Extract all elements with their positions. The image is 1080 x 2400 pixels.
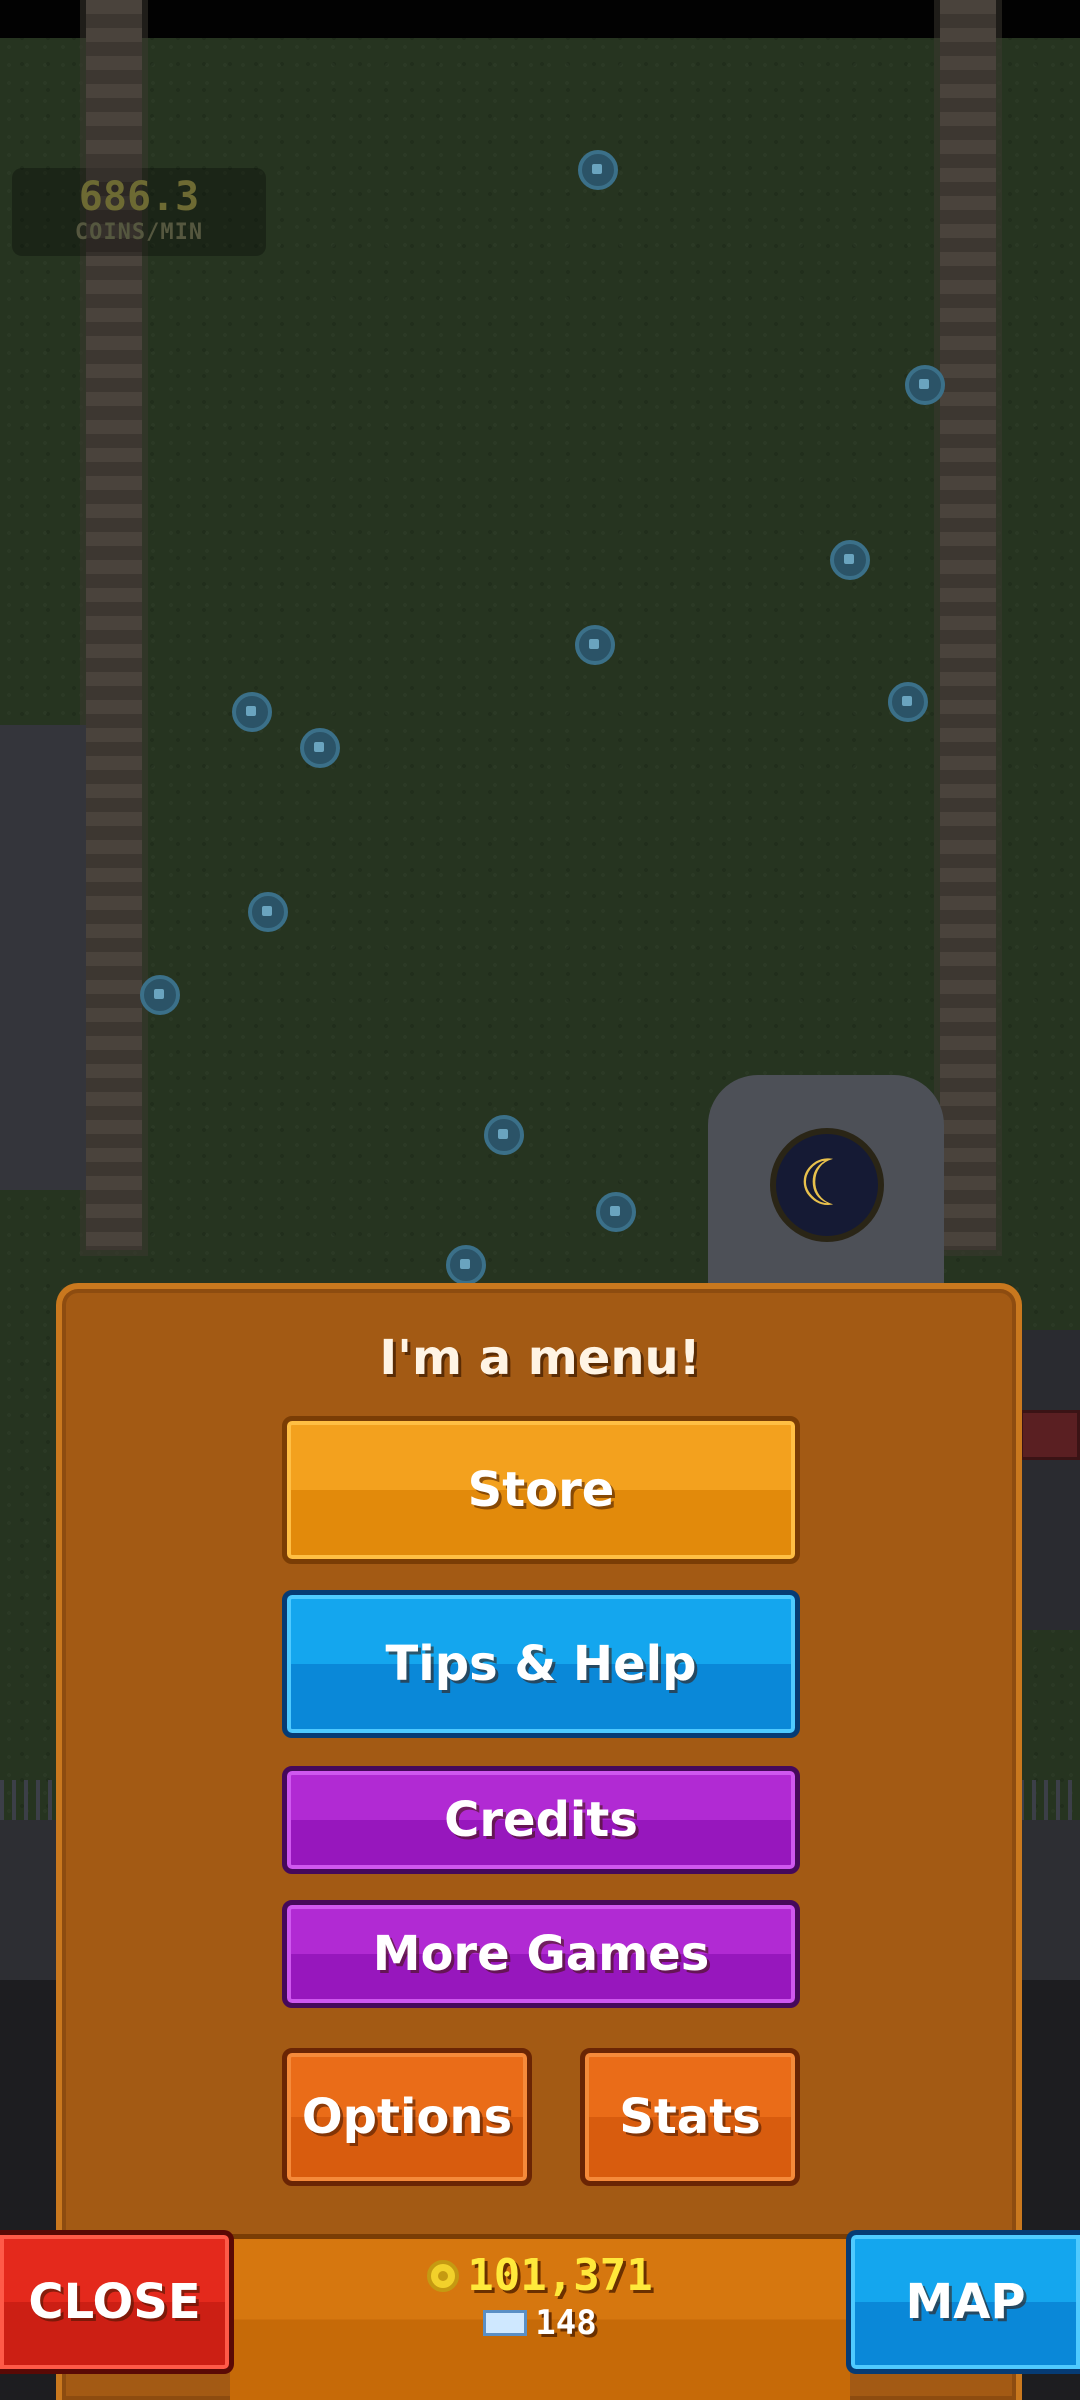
store-button[interactable]: Store <box>282 1416 800 1564</box>
ghost-icon <box>300 728 340 768</box>
store-button-label: Store <box>467 1462 615 1518</box>
ticket-icon <box>483 2310 528 2336</box>
stats-button[interactable]: Stats <box>580 2048 800 2186</box>
moon-clock-icon[interactable]: ☾ <box>770 1128 884 1242</box>
more-games-button-label: More Games <box>372 1926 710 1982</box>
ghost-icon <box>140 975 180 1015</box>
dirt-path-right <box>940 0 996 1250</box>
menu-title: I'm a menu! <box>379 1330 701 1386</box>
ghost-icon <box>232 692 272 732</box>
options-button-label: Options <box>301 2089 513 2145</box>
coins-per-minute-label: COINS/MIN <box>74 220 204 245</box>
coins-per-minute-value: 686.3 <box>78 174 200 220</box>
coin-row: 101,371 <box>230 2250 850 2301</box>
currency-display: 101,371 148 <box>230 2250 850 2343</box>
coin-amount: 101,371 <box>467 2250 653 2301</box>
credits-button[interactable]: Credits <box>282 1766 800 1874</box>
coin-icon <box>427 2259 460 2292</box>
ghost-icon <box>905 365 945 405</box>
ticket-row: 148 <box>230 2303 850 2343</box>
status-bar <box>0 0 1080 38</box>
ghost-icon <box>596 1192 636 1232</box>
options-button[interactable]: Options <box>282 2048 532 2186</box>
fence-left <box>0 1780 60 1820</box>
tips-help-button[interactable]: Tips & Help <box>282 1590 800 1738</box>
red-sign <box>1020 1410 1080 1460</box>
tips-help-button-label: Tips & Help <box>385 1636 697 1692</box>
more-games-button[interactable]: More Games <box>282 1900 800 2008</box>
ghost-icon <box>248 892 288 932</box>
ghost-icon <box>830 540 870 580</box>
fence-right <box>1020 1780 1080 1820</box>
ghost-icon <box>575 625 615 665</box>
map-button-label: MAP <box>905 2274 1026 2330</box>
map-button[interactable]: MAP <box>846 2230 1080 2374</box>
stats-button-label: Stats <box>619 2089 761 2145</box>
credits-button-label: Credits <box>444 1792 638 1848</box>
ghost-icon <box>446 1245 486 1285</box>
building-left <box>0 725 86 1190</box>
ghost-icon <box>888 682 928 722</box>
close-button-label: CLOSE <box>28 2274 201 2330</box>
coins-per-minute-display: 686.3 COINS/MIN <box>12 168 266 256</box>
ghost-icon <box>578 150 618 190</box>
close-button[interactable]: CLOSE <box>0 2230 234 2374</box>
ghost-icon <box>484 1115 524 1155</box>
ticket-amount: 148 <box>535 2303 597 2343</box>
